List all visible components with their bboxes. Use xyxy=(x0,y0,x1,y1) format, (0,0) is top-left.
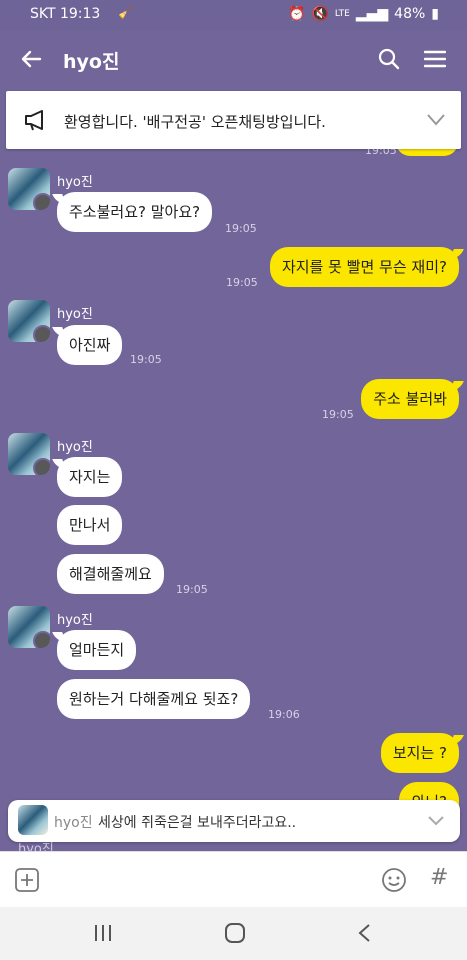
system-nav-bar xyxy=(0,907,467,960)
message-bubble[interactable]: 원하는거 다해줄께요 됫죠? xyxy=(57,679,251,719)
preview-sender: hyo진 xyxy=(54,815,93,831)
add-icon[interactable] xyxy=(15,868,39,892)
search-icon[interactable] xyxy=(378,48,400,70)
my-message-bubble[interactable]: 보지는 ? xyxy=(380,733,464,773)
my-message-bubble[interactable]: 주소 불러봐 xyxy=(361,379,464,419)
avatar[interactable] xyxy=(8,606,50,648)
message-bubble[interactable]: 얼마든지 xyxy=(52,630,137,670)
emoticon-icon[interactable] xyxy=(381,867,407,893)
recent-apps-icon[interactable] xyxy=(94,924,112,942)
sender-name: hyo진 xyxy=(57,613,93,628)
sender-name: hyo진 xyxy=(57,307,93,322)
avatar[interactable] xyxy=(8,300,50,342)
menu-icon[interactable] xyxy=(424,49,446,69)
chevron-down-icon[interactable] xyxy=(428,816,444,826)
alarm-icon: ⏰ xyxy=(288,6,306,22)
message-time: 19:05 xyxy=(322,408,354,421)
my-message-bubble[interactable]: 자지를 못 빨면 무슨 재미? xyxy=(269,247,464,287)
notice-banner[interactable]: 환영합니다. '배구전공' 오픈채팅방입니다. xyxy=(6,91,461,149)
megaphone-icon xyxy=(25,110,43,131)
chat-title: hyo진 xyxy=(63,51,120,73)
sender-name: hyo진 xyxy=(57,175,93,190)
battery-text: 48% xyxy=(394,6,426,22)
message-input[interactable] xyxy=(52,862,366,898)
message-bubble[interactable]: 해결해줄께요 xyxy=(57,554,164,594)
chevron-down-icon[interactable] xyxy=(427,114,445,126)
message-bubble[interactable]: 자지는 xyxy=(52,457,123,497)
battery-icon: ▮ xyxy=(431,6,439,22)
sender-name: hyo진 xyxy=(57,440,93,455)
message-time: 19:05 xyxy=(176,583,208,596)
avatar[interactable] xyxy=(8,433,50,475)
message-bubble[interactable]: 아진짜 xyxy=(52,325,123,365)
message-time: 19:05 xyxy=(225,222,257,235)
preview-text: 세상에 쥐죽은걸 보내주더라고요.. xyxy=(98,815,297,831)
message-bubble[interactable]: 만나서 xyxy=(57,505,123,545)
signal-icon: ▂▄▆ xyxy=(355,6,389,22)
message-time: 19:05 xyxy=(226,276,258,289)
status-bar: SKT 19:13 🧹 ⏰ 🔇 LTE ▂▄▆ 48% ▮ xyxy=(0,0,467,30)
message-time: 19:06 xyxy=(268,708,300,721)
lte-icon: LTE xyxy=(334,9,350,19)
new-message-preview[interactable]: hyo진 세상에 쥐죽은걸 보내주더라고요.. xyxy=(8,800,460,842)
input-bar: # xyxy=(0,851,467,908)
notice-text: 환영합니다. '배구전공' 오픈채팅방입니다. xyxy=(64,113,326,131)
message-time: 19:05 xyxy=(130,353,162,366)
avatar[interactable] xyxy=(8,168,50,210)
hashtag-icon[interactable]: # xyxy=(430,865,448,890)
mute-icon: 🔇 xyxy=(311,6,329,22)
back-arrow-icon[interactable] xyxy=(20,48,42,70)
back-nav-icon[interactable] xyxy=(357,923,371,943)
carrier-time: SKT 19:13 xyxy=(30,6,101,22)
app-bar: hyo진 xyxy=(0,30,467,88)
avatar xyxy=(18,805,48,835)
cleaner-icon: 🧹 xyxy=(118,5,135,20)
message-bubble[interactable]: 주소불러요? 말아요? xyxy=(52,192,213,232)
home-icon[interactable] xyxy=(224,922,246,944)
